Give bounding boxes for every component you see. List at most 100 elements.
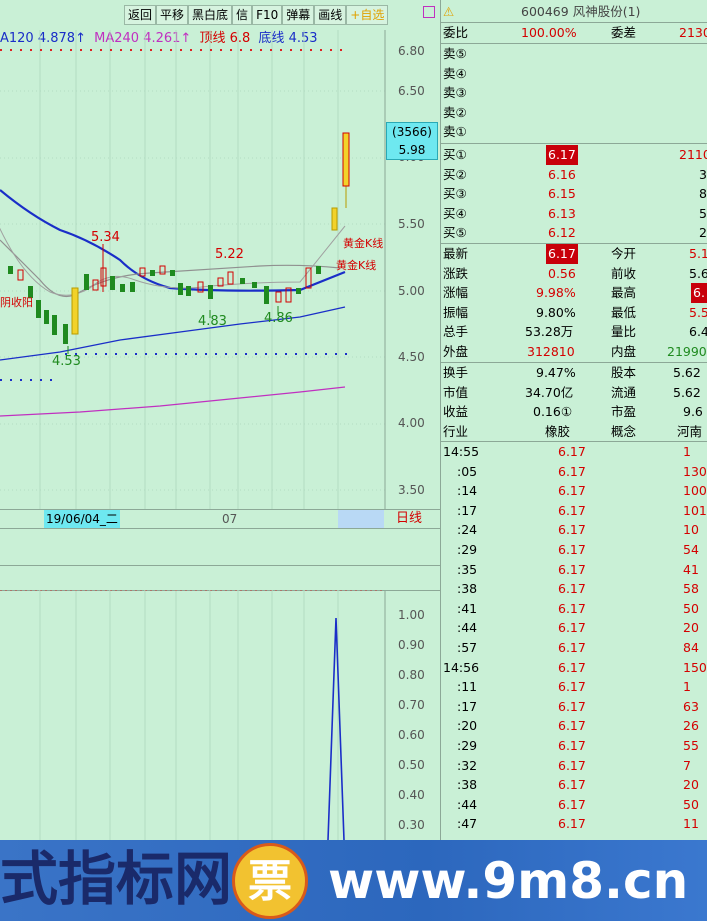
tick-price: 6.17 bbox=[558, 463, 586, 479]
candle bbox=[36, 300, 41, 318]
tick-time: 14:55 bbox=[443, 444, 480, 459]
candle bbox=[120, 284, 125, 292]
price-axis-label: 5.00 bbox=[398, 284, 425, 298]
candle bbox=[331, 207, 338, 231]
stat-row: 振幅 9.80% 最低 5.5 bbox=[441, 303, 707, 323]
ask-label: 卖⑤ bbox=[443, 46, 467, 61]
tick-price: 6.17 bbox=[558, 816, 586, 832]
ask-label: 卖④ bbox=[443, 65, 467, 81]
chart-toolbar: 返回 平移 黑白底 信 F10 弹幕 画线 +自选 bbox=[124, 5, 389, 25]
bid-label: 买④ bbox=[443, 205, 467, 221]
site-banner: 式指标网 票 www.9m8.cn bbox=[0, 840, 707, 921]
f10-button[interactable]: F10 bbox=[252, 5, 283, 25]
tick-row: 14:55 6.17 1 bbox=[441, 442, 707, 462]
scroll-thumb[interactable] bbox=[338, 510, 384, 528]
pan-button[interactable]: 平移 bbox=[156, 5, 189, 25]
candle bbox=[150, 270, 155, 276]
tick-row: :44 6.17 50 bbox=[441, 795, 707, 815]
tick-price: 6.17 bbox=[558, 698, 586, 714]
tick-volume: 26 bbox=[683, 718, 699, 734]
fund-value: 9.47% bbox=[536, 365, 576, 380]
stat-value: 53.28万 bbox=[525, 324, 574, 340]
candle bbox=[44, 310, 49, 324]
tick-price: 6.17 bbox=[558, 502, 586, 518]
high-label: 5.22 bbox=[215, 247, 244, 262]
tick-row: :44 6.17 20 bbox=[441, 618, 707, 638]
banner-left-text: 式指标网 bbox=[0, 845, 233, 913]
indicator-separator bbox=[0, 565, 440, 566]
bid-row: 买⑤ 6.12 2 bbox=[441, 223, 707, 243]
tick-price: 6.17 bbox=[558, 522, 586, 538]
tick-volume: 101 bbox=[683, 502, 707, 518]
ask-row: 卖① bbox=[441, 122, 707, 142]
candle bbox=[264, 286, 269, 304]
stat-value: 6.17 bbox=[546, 244, 578, 264]
stat-label: 外盘 bbox=[443, 344, 469, 359]
tick-time: 14:56 bbox=[443, 659, 480, 675]
fund-label: 市盈 bbox=[611, 404, 637, 420]
fund-value[interactable]: 橡胶 bbox=[545, 422, 570, 442]
bid-price: 6.15 bbox=[548, 186, 576, 202]
banner-logo-icon: 票 bbox=[232, 843, 308, 919]
high-label: 5.34 bbox=[91, 230, 120, 245]
stat-row: 总手 53.28万 量比 6.4 bbox=[441, 322, 707, 342]
fund-value: 0.16① bbox=[533, 404, 573, 420]
tick-volume: 63 bbox=[683, 698, 699, 714]
stat-value: 9.80% bbox=[536, 304, 576, 320]
quote-panel: ⚠ 600469 风神股份(1) 委比 100.00% 委差 2130 卖⑤ 卖… bbox=[440, 0, 707, 921]
window-toggle-icon[interactable] bbox=[423, 6, 435, 18]
yin-shou-yang-label: 阴收阳 bbox=[0, 296, 33, 309]
tick-time: :57 bbox=[457, 640, 478, 655]
tick-volume: 84 bbox=[683, 640, 699, 655]
danmu-button[interactable]: 弹幕 bbox=[282, 5, 315, 25]
indicator-axis-label: 0.50 bbox=[398, 758, 425, 772]
tick-time: :44 bbox=[457, 796, 478, 812]
stat-row: 涨幅 9.98% 最高 6. bbox=[441, 283, 707, 303]
weibi-row: 委比 100.00% 委差 2130 bbox=[441, 23, 707, 43]
candle bbox=[8, 266, 13, 274]
fund-value: 34.70亿 bbox=[525, 384, 574, 400]
price-axis-label: 5.50 bbox=[398, 217, 425, 231]
bid-row: 买④ 6.13 5 bbox=[441, 204, 707, 224]
fund-label: 行业 bbox=[443, 423, 469, 439]
tick-volume: 50 bbox=[683, 600, 699, 616]
tick-time: :17 bbox=[457, 502, 478, 518]
tick-volume: 20 bbox=[683, 777, 699, 793]
tick-volume: 7 bbox=[683, 757, 691, 773]
fund-value[interactable]: 河南 bbox=[677, 422, 702, 442]
tick-volume: 10 bbox=[683, 522, 699, 538]
kline-chart-pane[interactable]: A120 4.878↑ MA240 4.261↑ 顶线 6.8 底线 4.53 … bbox=[0, 0, 440, 921]
tick-price: 6.17 bbox=[558, 757, 586, 773]
back-button[interactable]: 返回 bbox=[124, 5, 157, 25]
black-white-button[interactable]: 黑白底 bbox=[188, 5, 233, 25]
banner-logo-char: 票 bbox=[248, 856, 292, 907]
tick-row: :35 6.17 41 bbox=[441, 560, 707, 580]
stat-value: 5.6 bbox=[689, 265, 707, 281]
tick-price: 6.17 bbox=[558, 679, 586, 695]
tick-time: :20 bbox=[457, 718, 478, 734]
period-label[interactable]: 日线 bbox=[396, 510, 422, 528]
golden-k-label: 黄金K线 bbox=[343, 237, 384, 250]
stock-code-name: 600469 风神股份(1) bbox=[521, 4, 641, 19]
indicator-axis-label: 1.00 bbox=[398, 608, 425, 622]
warning-icon[interactable]: ⚠ bbox=[443, 2, 454, 22]
info-button[interactable]: 信 bbox=[232, 5, 253, 25]
tick-time: :05 bbox=[457, 463, 478, 479]
banner-right-text: www.9m8.cn bbox=[328, 852, 689, 910]
tick-list[interactable]: 14:55 6.17 1:05 6.17 130:14 6.17 100:17 6.17 101… bbox=[441, 442, 707, 840]
tick-price: 6.17 bbox=[558, 738, 586, 753]
tick-row: :14 6.17 100 bbox=[441, 481, 707, 501]
candle bbox=[178, 283, 183, 295]
add-watchlist-button[interactable]: +自选 bbox=[346, 5, 389, 25]
weicha-value: 2130 bbox=[679, 25, 707, 40]
draw-line-button[interactable]: 画线 bbox=[314, 5, 347, 25]
bid-vol: 2 bbox=[699, 225, 707, 241]
tick-price: 6.17 bbox=[558, 483, 586, 499]
stat-value: 5.5 bbox=[689, 304, 707, 320]
candles bbox=[8, 132, 350, 344]
tick-volume: 1 bbox=[683, 444, 691, 459]
stat-label: 量比 bbox=[611, 324, 637, 340]
candle bbox=[170, 270, 175, 276]
tick-volume: 100 bbox=[683, 483, 707, 499]
stat-label: 内盘 bbox=[611, 344, 637, 359]
